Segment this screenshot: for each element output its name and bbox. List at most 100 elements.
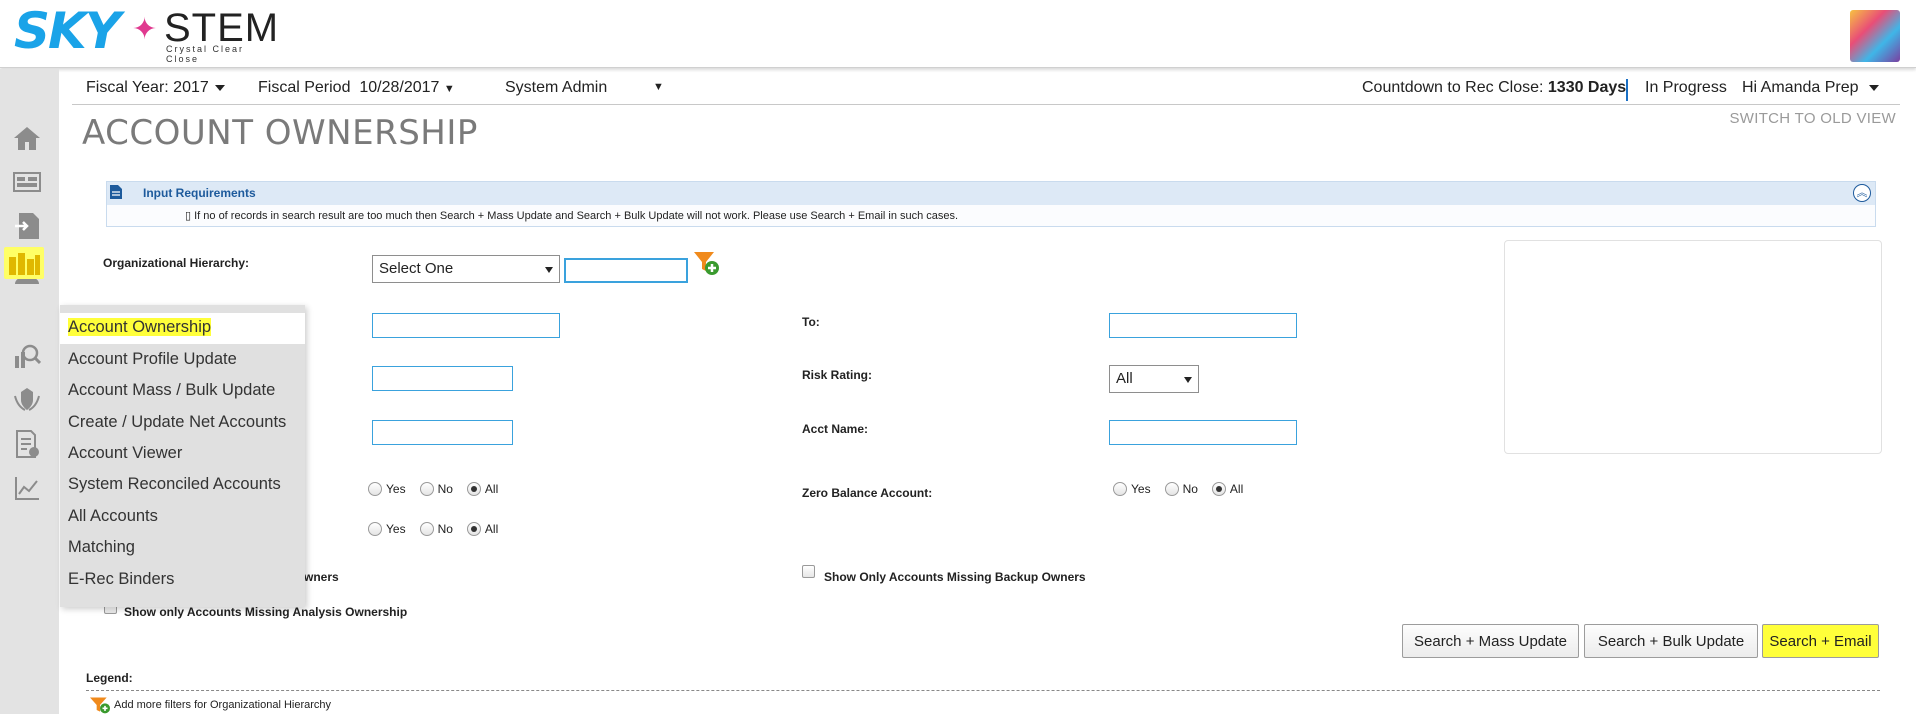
menu-item-account-mass-bulk-update[interactable]: Account Mass / Bulk Update xyxy=(60,376,305,407)
fiscal-year-selector[interactable]: Fiscal Year: 2017 xyxy=(86,79,225,97)
field-input-3[interactable] xyxy=(372,366,513,391)
logo-tagline: Crystal Clear Close xyxy=(166,44,245,64)
org-hierarchy-select[interactable]: Select One xyxy=(372,255,560,283)
countdown-label: Countdown to Rec Close: xyxy=(1362,79,1544,96)
radio-button[interactable] xyxy=(1113,482,1127,496)
search-report-icon[interactable] xyxy=(10,339,44,373)
missing-backup-owners-label: Show Only Accounts Missing Backup Owners xyxy=(824,570,1086,584)
from-input[interactable] xyxy=(372,313,560,338)
fiscal-year-label: Fiscal Year: xyxy=(86,79,169,96)
menu-item-label: System Reconciled Accounts xyxy=(68,475,281,493)
radio-label: Yes xyxy=(1131,482,1151,496)
menu-item-create-update-net-accounts[interactable]: Create / Update Net Accounts xyxy=(60,408,305,439)
legend-divider xyxy=(86,690,1880,691)
radio-label: No xyxy=(1182,482,1198,496)
switch-view-link[interactable]: SWITCH TO OLD VIEW xyxy=(1729,110,1896,127)
skystem-logo[interactable]: SKY ✦ STEM Crystal Clear Close xyxy=(14,2,278,64)
radio-label: All xyxy=(1229,482,1244,496)
radio-all[interactable]: All xyxy=(1211,482,1244,496)
acct-name-input[interactable] xyxy=(1109,420,1297,445)
chevron-down-icon: ▼ xyxy=(443,83,455,95)
missing-backup-owners-checkbox[interactable] xyxy=(802,565,815,578)
menu-item-label: Create / Update Net Accounts xyxy=(68,413,287,431)
radio-all[interactable]: All xyxy=(466,522,498,536)
radio-label: All xyxy=(484,482,499,496)
radio-button[interactable] xyxy=(419,482,434,496)
input-requirements-panel: Input Requirements ︽ ▯ If no of records … xyxy=(106,181,1876,227)
add-filter-icon xyxy=(90,697,110,714)
radio-label: Yes xyxy=(386,482,406,496)
menu-item-account-profile-update[interactable]: Account Profile Update xyxy=(60,345,305,376)
chevron-down-icon xyxy=(214,84,225,91)
panel-body: ▯ If no of records in search result are … xyxy=(107,205,1875,226)
menu-item-account-viewer[interactable]: Account Viewer xyxy=(60,439,305,470)
checklist-icon[interactable] xyxy=(10,427,44,461)
role-selector[interactable]: System Admin ▼ xyxy=(505,79,665,97)
countdown-value: 1330 Days xyxy=(1547,79,1627,96)
org-hierarchy-label: Organizational Hierarchy: xyxy=(103,256,250,270)
radio-no[interactable]: No xyxy=(1164,482,1198,496)
accounts-flyout-menu: Account Ownership Account Profile Update… xyxy=(60,305,305,607)
search-mass-update-button[interactable]: Search + Mass Update xyxy=(1402,624,1579,658)
zero-balance-label: Zero Balance Account: xyxy=(802,486,933,500)
risk-rating-label: Risk Rating: xyxy=(802,368,873,382)
radio-label: Yes xyxy=(386,522,406,536)
menu-item-matching[interactable]: Matching xyxy=(60,533,305,564)
radio-group-2: Yes No All xyxy=(368,522,512,536)
acct-name-label: Acct Name: xyxy=(802,422,869,436)
radio-no[interactable]: No xyxy=(419,522,453,536)
requirements-message: ▯ If no of records in search result are … xyxy=(185,210,959,222)
fiscal-period-selector[interactable]: Fiscal Period 10/28/2017 ▼ xyxy=(258,79,455,97)
risk-rating-select[interactable]: All xyxy=(1109,365,1199,393)
panel-header: Input Requirements ︽ xyxy=(107,182,1875,205)
to-input[interactable] xyxy=(1109,313,1297,338)
radio-button[interactable] xyxy=(466,482,481,496)
search-email-button[interactable]: Search + Email xyxy=(1762,624,1879,658)
org-hierarchy-input[interactable] xyxy=(564,258,688,283)
menu-item-all-accounts[interactable]: All Accounts xyxy=(60,502,305,533)
zero-balance-radio-group: Yes No All xyxy=(1113,482,1257,496)
radio-yes[interactable]: Yes xyxy=(368,522,406,536)
home-icon[interactable] xyxy=(10,121,44,155)
user-menu[interactable]: Hi Amanda Prep xyxy=(1742,79,1879,97)
chevron-down-icon xyxy=(1868,84,1879,91)
certification-icon[interactable] xyxy=(10,383,44,417)
radio-button[interactable] xyxy=(466,522,481,536)
org-hierarchy-select-value: Select One xyxy=(379,260,454,277)
menu-item-label: Account Viewer xyxy=(68,444,183,462)
import-icon[interactable] xyxy=(10,209,44,243)
radio-yes[interactable]: Yes xyxy=(368,482,406,496)
panel-title: Input Requirements xyxy=(143,186,256,200)
chevron-down-icon xyxy=(1184,377,1192,383)
menu-item-system-reconciled-accounts[interactable]: System Reconciled Accounts xyxy=(60,470,305,501)
analytics-icon[interactable] xyxy=(10,471,44,505)
top-header: SKY ✦ STEM Crystal Clear Close xyxy=(0,0,1916,68)
radio-yes[interactable]: Yes xyxy=(1113,482,1151,496)
radio-no[interactable]: No xyxy=(419,482,453,496)
role-value: System Admin xyxy=(505,79,608,96)
menu-item-account-ownership[interactable]: Account Ownership xyxy=(60,313,305,344)
radio-button[interactable] xyxy=(419,522,434,536)
menu-item-label: Account Profile Update xyxy=(68,350,237,368)
dashboard-icon[interactable] xyxy=(10,165,44,199)
add-filter-icon[interactable] xyxy=(692,249,720,277)
search-bulk-update-button[interactable]: Search + Bulk Update xyxy=(1584,624,1758,658)
avatar[interactable] xyxy=(1850,10,1900,62)
radio-button[interactable] xyxy=(368,482,382,496)
radio-button[interactable] xyxy=(1211,482,1226,496)
chevron-down-icon xyxy=(545,267,553,273)
field-input-4[interactable] xyxy=(372,420,513,445)
radio-button[interactable] xyxy=(368,522,382,536)
radio-button[interactable] xyxy=(1164,482,1179,496)
radio-all[interactable]: All xyxy=(466,482,499,496)
countdown: Countdown to Rec Close: 1330 Days xyxy=(1362,79,1626,97)
logo-star-icon: ✦ xyxy=(132,13,158,46)
missing-analysis-label: Show only Accounts Missing Analysis Owne… xyxy=(124,605,408,619)
status-badge: In Progress xyxy=(1645,79,1727,96)
radio-group-1: Yes No All xyxy=(368,482,512,496)
risk-rating-value: All xyxy=(1116,370,1133,387)
accounts-icon[interactable] xyxy=(4,247,44,279)
to-label: To: xyxy=(802,315,820,329)
collapse-icon[interactable]: ︽ xyxy=(1853,184,1871,202)
menu-item-e-rec-binders[interactable]: E-Rec Binders xyxy=(60,565,305,596)
